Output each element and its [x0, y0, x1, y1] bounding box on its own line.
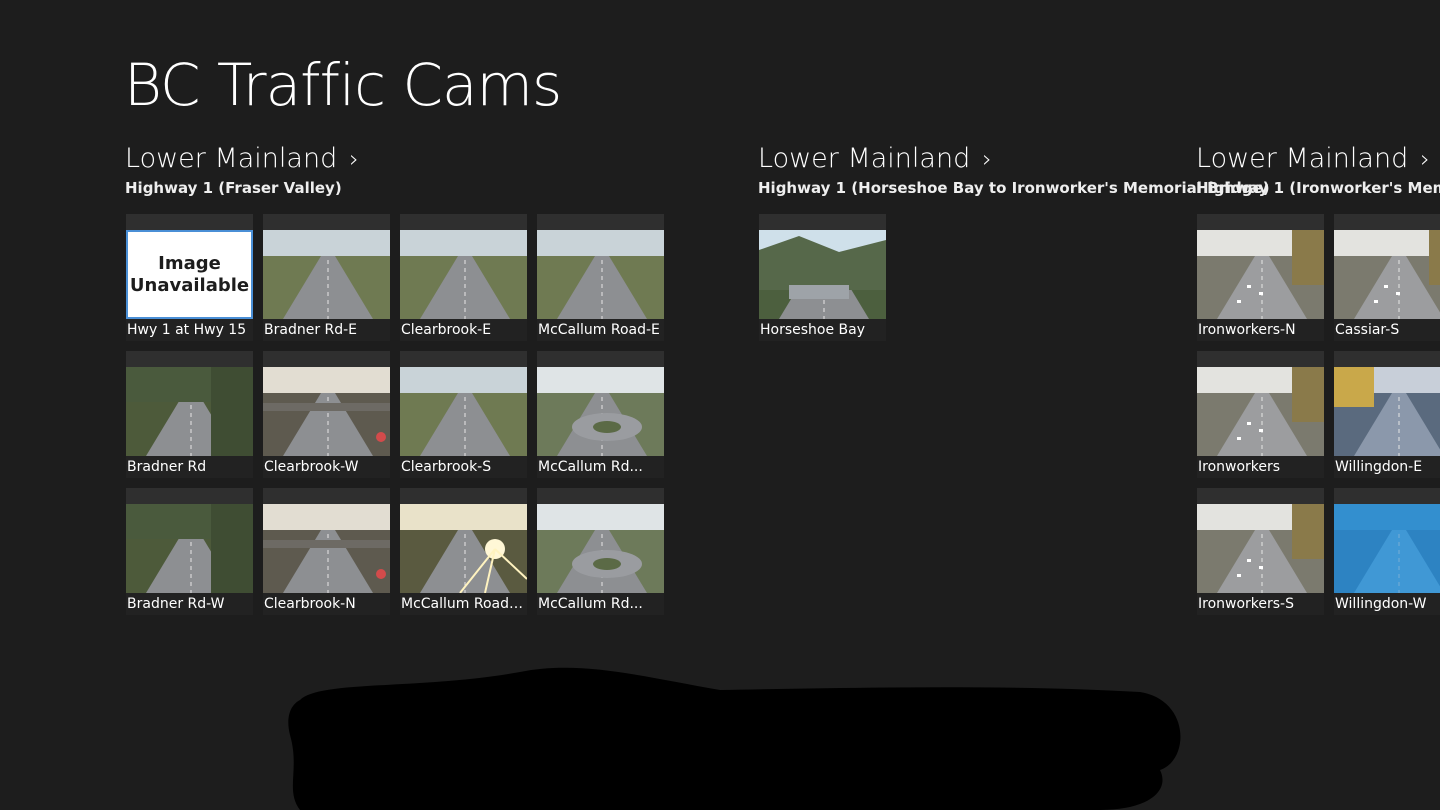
camera-thumbnail: [1334, 504, 1440, 593]
camera-tile[interactable]: Ironworkers: [1197, 351, 1324, 478]
camera-tile[interactable]: Clearbrook-N: [263, 488, 390, 615]
camera-thumbnail: [1334, 230, 1440, 319]
group-ironworkers: Lower Mainland › Highway 1 (Ironworker's…: [1196, 0, 1440, 810]
camera-tile[interactable]: Image Unavailable Hwy 1 at Hwy 15: [126, 214, 253, 341]
camera-grid: Ironworkers-N Cassiar-S Ironworkers Will…: [1197, 214, 1440, 634]
camera-tile[interactable]: Bradner Rd: [126, 351, 253, 478]
camera-thumbnail: [759, 230, 886, 319]
camera-thumbnail: [126, 367, 253, 456]
camera-label: Clearbrook-W: [263, 456, 390, 478]
camera-thumbnail: [537, 504, 664, 593]
unavailable-text: Image: [158, 252, 221, 274]
camera-thumbnail: [1334, 367, 1440, 456]
camera-thumbnail: [400, 367, 527, 456]
group-title: Lower Mainland: [125, 143, 338, 174]
camera-tile[interactable]: McCallum Rd...: [537, 351, 664, 478]
group-subtitle: Highway 1 (Ironworker's Memorial: [1196, 179, 1440, 197]
camera-thumbnail: [263, 230, 390, 319]
camera-label: Bradner Rd: [126, 456, 253, 478]
group-header-button[interactable]: Lower Mainland ›: [1196, 142, 1430, 176]
camera-label: Cassiar-S: [1334, 319, 1440, 341]
camera-tile[interactable]: Willingdon-W: [1334, 488, 1440, 615]
camera-thumbnail: [400, 230, 527, 319]
camera-label: McCallum Road-E: [537, 319, 664, 341]
group-header-button[interactable]: Lower Mainland ›: [125, 142, 359, 176]
camera-label: Clearbrook-E: [400, 319, 527, 341]
chevron-right-icon: ›: [1420, 145, 1430, 173]
group-subtitle: Highway 1 (Fraser Valley): [125, 179, 342, 197]
camera-tile[interactable]: Clearbrook-S: [400, 351, 527, 478]
camera-tile[interactable]: Cassiar-S: [1334, 214, 1440, 341]
camera-label: Horseshoe Bay: [759, 319, 886, 341]
camera-tile[interactable]: Bradner Rd-E: [263, 214, 390, 341]
camera-label: McCallum Rd...: [537, 593, 664, 615]
group-subtitle: Highway 1 (Horseshoe Bay to Ironworker's…: [758, 179, 1270, 197]
camera-thumbnail: [537, 230, 664, 319]
camera-label: Hwy 1 at Hwy 15: [126, 319, 253, 341]
camera-thumbnail: [537, 367, 664, 456]
camera-tile[interactable]: Clearbrook-E: [400, 214, 527, 341]
camera-tile[interactable]: Clearbrook-W: [263, 351, 390, 478]
image-unavailable-placeholder: Image Unavailable: [126, 230, 253, 319]
camera-tile[interactable]: McCallum Road-...: [400, 488, 527, 615]
group-title: Lower Mainland: [758, 143, 971, 174]
chevron-right-icon: ›: [349, 145, 359, 173]
group-fraser-valley: Lower Mainland › Highway 1 (Fraser Valle…: [125, 0, 725, 810]
camera-label: Clearbrook-S: [400, 456, 527, 478]
camera-tile[interactable]: Horseshoe Bay: [759, 214, 886, 341]
camera-tile[interactable]: Ironworkers-N: [1197, 214, 1324, 341]
camera-label: McCallum Road-...: [400, 593, 527, 615]
camera-label: Bradner Rd-W: [126, 593, 253, 615]
camera-tile[interactable]: McCallum Road-E: [537, 214, 664, 341]
camera-thumbnail: [1197, 504, 1324, 593]
camera-thumbnail: [126, 504, 253, 593]
camera-label: Willingdon-E: [1334, 456, 1440, 478]
group-title: Lower Mainland: [1196, 143, 1409, 174]
camera-thumbnail: [1197, 367, 1324, 456]
camera-thumbnail: [263, 504, 390, 593]
chevron-right-icon: ›: [982, 145, 992, 173]
camera-thumbnail: [1197, 230, 1324, 319]
camera-label: McCallum Rd...: [537, 456, 664, 478]
camera-label: Clearbrook-N: [263, 593, 390, 615]
group-horseshoe-bay: Lower Mainland › Highway 1 (Horseshoe Ba…: [758, 0, 1270, 810]
camera-tile[interactable]: Ironworkers-S: [1197, 488, 1324, 615]
camera-label: Ironworkers-S: [1197, 593, 1324, 615]
camera-tile[interactable]: McCallum Rd...: [537, 488, 664, 615]
group-header-button[interactable]: Lower Mainland ›: [758, 142, 992, 176]
camera-tile[interactable]: Willingdon-E: [1334, 351, 1440, 478]
camera-label: Ironworkers: [1197, 456, 1324, 478]
camera-tile[interactable]: Bradner Rd-W: [126, 488, 253, 615]
unavailable-text: Unavailable: [129, 274, 250, 296]
camera-label: Ironworkers-N: [1197, 319, 1324, 341]
camera-label: Willingdon-W: [1334, 593, 1440, 615]
camera-thumbnail: [263, 367, 390, 456]
camera-label: Bradner Rd-E: [263, 319, 390, 341]
camera-thumbnail: [400, 504, 527, 593]
